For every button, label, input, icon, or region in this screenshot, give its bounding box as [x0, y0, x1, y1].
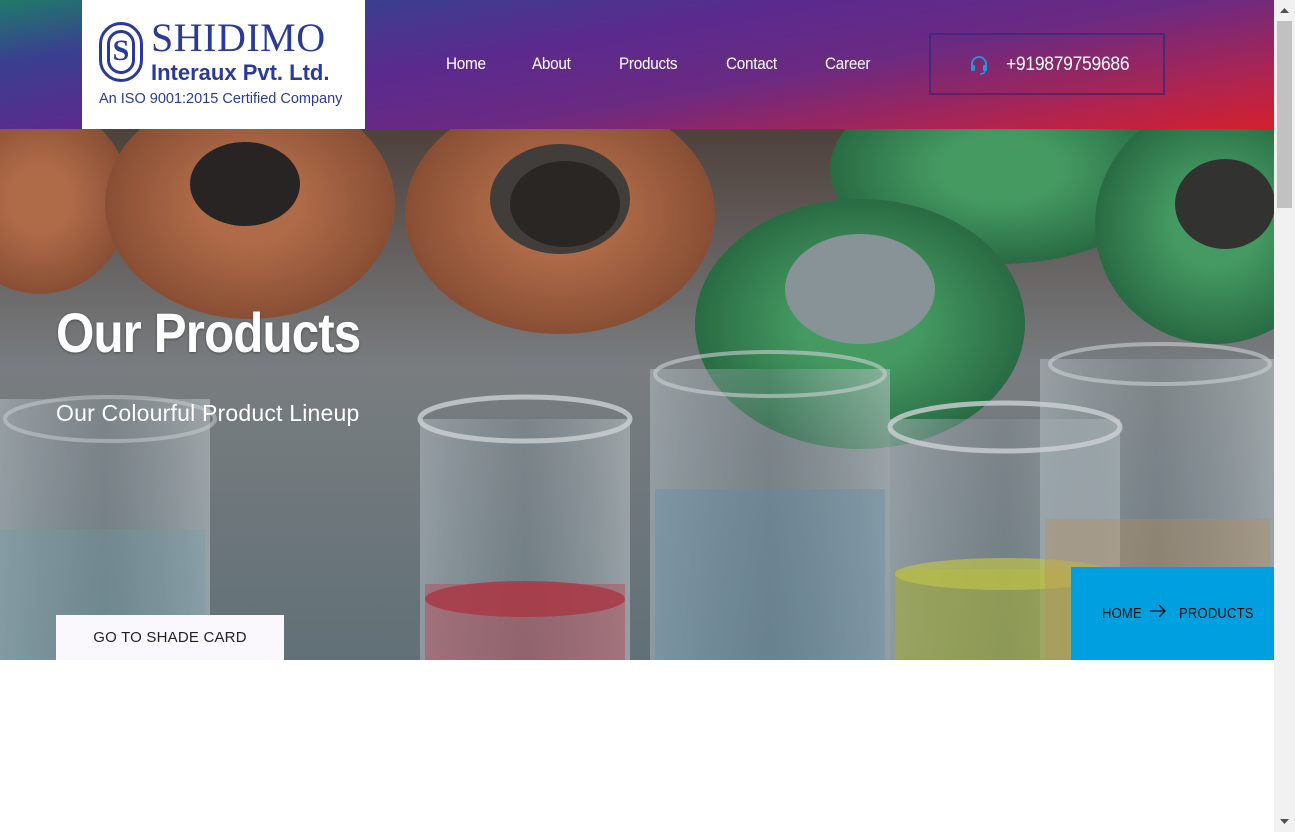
shade-card-button[interactable]: GO TO SHADE CARD — [56, 615, 284, 660]
scroll-down-arrow-icon[interactable] — [1274, 811, 1295, 832]
nav-career[interactable]: Career — [825, 52, 870, 76]
breadcrumb-home[interactable]: HOME — [1102, 605, 1142, 623]
nav-contact[interactable]: Contact — [726, 52, 777, 76]
page-title: Our Products — [56, 301, 361, 364]
logo-mark-letter: S — [112, 34, 130, 67]
nav-about[interactable]: About — [532, 52, 571, 76]
logo-subname: Interaux Pvt. Ltd. — [151, 60, 330, 85]
scroll-up-arrow-icon[interactable] — [1274, 0, 1295, 21]
breadcrumb-current: PRODUCTS — [1179, 606, 1254, 622]
site-header: S SHIDIMO Interaux Pvt. Ltd. An ISO 9001… — [0, 0, 1274, 129]
nav-products[interactable]: Products — [619, 52, 677, 76]
headset-icon — [971, 56, 987, 75]
logo-name: SHIDIMO — [151, 15, 326, 60]
page-scrollbar[interactable] — [1274, 0, 1295, 832]
logo-mark-icon: S — [99, 22, 143, 82]
phone-contact-button[interactable]: +919879759686 — [929, 33, 1165, 95]
page-subtitle: Our Colourful Product Lineup — [56, 400, 360, 426]
logo[interactable]: S SHIDIMO Interaux Pvt. Ltd. An ISO 9001… — [82, 0, 365, 129]
nav-home[interactable]: Home — [446, 52, 486, 76]
logo-certification: An ISO 9001:2015 Certified Company — [99, 91, 343, 107]
arrow-right-icon — [1150, 604, 1166, 618]
breadcrumb: HOME PRODUCTS — [1071, 567, 1274, 660]
scroll-thumb[interactable] — [1277, 21, 1292, 208]
phone-number: +919879759686 — [1006, 54, 1130, 75]
hero-banner: Our Products Our Colourful Product Lineu… — [0, 129, 1274, 660]
